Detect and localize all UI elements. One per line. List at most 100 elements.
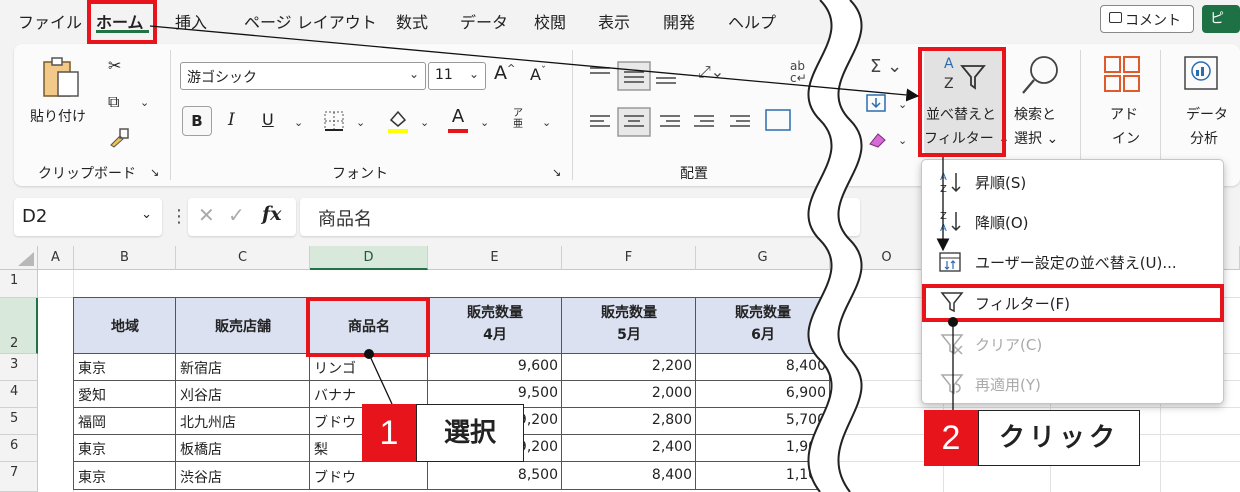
clipboard-launcher-icon[interactable]: ↘ [150, 166, 159, 179]
addins-label-2[interactable]: イン [1112, 128, 1140, 148]
cell-store[interactable]: 板橋店 [180, 439, 308, 459]
cell-qty-apr[interactable]: 8,500 [430, 467, 558, 483]
row-header-6[interactable]: 6 [0, 435, 38, 462]
grow-font-button[interactable]: A^ [494, 62, 515, 84]
row-header-3[interactable]: 3 [0, 354, 38, 381]
menu-formulas[interactable]: 数式 [396, 9, 428, 33]
comment-button[interactable]: コメント [1100, 5, 1194, 33]
custom-sort-icon [938, 250, 964, 274]
border-icon[interactable] [324, 111, 344, 131]
find-select-label-2[interactable]: 選択 ⌄ [1014, 128, 1058, 148]
menu-item-custom-sort[interactable]: ユーザー設定の並べ替え(U)... [975, 252, 1177, 273]
menu-insert[interactable]: 挿入 [175, 9, 207, 33]
select-all-corner[interactable] [0, 246, 38, 270]
header-cell-qty-apr[interactable]: 販売数量 4月 [428, 298, 562, 354]
fill-chevron-down-icon[interactable]: ⌄ [420, 116, 429, 129]
cell-qty-may[interactable]: 2,400 [564, 439, 692, 455]
column-header-a[interactable]: A [38, 246, 74, 270]
font-size-combo[interactable]: 11 ⌄ [428, 62, 486, 90]
cell-region[interactable]: 福岡 [78, 412, 174, 432]
addins-icon[interactable] [1102, 54, 1142, 94]
cell-qty-may[interactable]: 2,800 [564, 412, 692, 428]
cell-qty-may[interactable]: 8,400 [564, 467, 692, 483]
menu-developer[interactable]: 開発 [663, 9, 695, 33]
menu-page-layout[interactable]: ページ レイアウト [244, 9, 377, 33]
cancel-icon[interactable]: ✕ [198, 203, 215, 227]
sort-ascending-icon: AZ [938, 170, 964, 195]
row-header-2[interactable]: 2 [0, 298, 38, 354]
cut-icon[interactable]: ✂ [108, 56, 121, 75]
cell-store[interactable]: 新宿店 [180, 358, 308, 378]
font-name-combo[interactable]: 游ゴシック ⌄ [180, 62, 426, 90]
search-icon[interactable] [1020, 54, 1062, 98]
menu-file[interactable]: ファイル [18, 9, 82, 33]
menu-item-sort-descending[interactable]: 降順(O) [975, 212, 1029, 233]
header-cell-store[interactable]: 販売店舗 [176, 298, 310, 354]
format-painter-icon[interactable] [108, 126, 130, 148]
border-line [73, 380, 831, 381]
paste-icon[interactable] [40, 54, 82, 100]
find-select-label-1[interactable]: 検索と [1014, 104, 1056, 124]
copy-icon[interactable]: ⧉ [108, 92, 119, 112]
cell-product[interactable]: バナナ [314, 385, 426, 405]
font-launcher-icon[interactable]: ↘ [552, 166, 561, 179]
cell-qty-may[interactable]: 2,200 [564, 358, 692, 374]
font-color-icon[interactable]: A [446, 106, 470, 134]
row-header-4[interactable]: 4 [0, 381, 38, 408]
data-analysis-icon[interactable] [1182, 54, 1222, 94]
column-header-c[interactable]: C [176, 246, 310, 270]
cell-store[interactable]: 刈谷店 [180, 385, 308, 405]
paste-label[interactable]: 貼り付け [30, 106, 86, 126]
cell-region[interactable]: 東京 [78, 358, 174, 378]
font-color-chevron-down-icon[interactable]: ⌄ [480, 116, 489, 129]
name-box[interactable]: D2 ⌄ [14, 198, 162, 236]
fill-color-icon[interactable] [386, 108, 410, 134]
menu-item-clear: クリア(C) [975, 336, 1043, 354]
copy-chevron-down-icon[interactable]: ⌄ [140, 96, 149, 109]
border-chevron-down-icon[interactable]: ⌄ [356, 116, 365, 129]
cell-qty-apr[interactable]: 9,500 [430, 385, 558, 401]
header-cell-region[interactable]: 地域 [74, 298, 176, 354]
cell-product[interactable]: ブドウ [314, 467, 426, 487]
menu-item-sort-ascending[interactable]: 昇順(S) [975, 172, 1026, 193]
cell-region[interactable]: 愛知 [78, 385, 174, 405]
data-analysis-label-1[interactable]: データ [1186, 104, 1228, 124]
column-header-e[interactable]: E [428, 246, 562, 270]
menu-review[interactable]: 校閲 [534, 9, 566, 33]
insert-function-icon[interactable]: fx [262, 203, 282, 225]
header-cell-qty-may[interactable]: 販売数量 5月 [562, 298, 696, 354]
row-header-1[interactable]: 1 [0, 270, 38, 298]
cell-qty-apr[interactable]: 9,600 [430, 358, 558, 374]
reapply-filter-icon [940, 372, 964, 396]
addins-label-1[interactable]: アド [1110, 104, 1138, 124]
bold-button[interactable]: B [182, 106, 212, 136]
month-label: 4月 [483, 327, 507, 343]
more-options-icon[interactable]: ⋮ [170, 206, 188, 227]
confirm-icon[interactable]: ✓ [228, 203, 245, 227]
menu-view[interactable]: 表示 [598, 9, 630, 33]
underline-button[interactable]: U [262, 110, 274, 129]
row-header-7[interactable]: 7 [0, 462, 38, 492]
cell-store[interactable]: 北九州店 [180, 412, 308, 432]
share-button[interactable]: ピ [1202, 5, 1240, 33]
cell-region[interactable]: 東京 [78, 439, 174, 459]
furigana-icon[interactable]: ア亜 [510, 108, 526, 130]
orientation-icon[interactable]: ⤢⌄ [698, 62, 724, 82]
shrink-font-button[interactable]: Aˇ [530, 65, 546, 84]
cell-region[interactable]: 東京 [78, 467, 174, 487]
cell-store[interactable]: 渋谷店 [180, 467, 308, 487]
underline-chevron-down-icon[interactable]: ⌄ [294, 116, 303, 129]
furigana-chevron-down-icon[interactable]: ⌄ [542, 116, 551, 129]
formula-value: 商品名 [318, 209, 372, 230]
data-analysis-label-2[interactable]: 分析 [1190, 128, 1218, 148]
menu-data[interactable]: データ [460, 9, 508, 33]
column-header-d[interactable]: D [310, 246, 428, 270]
italic-button[interactable]: I [228, 110, 235, 130]
column-header-f[interactable]: F [562, 246, 696, 270]
menu-help[interactable]: ヘルプ [728, 9, 776, 33]
column-header-b[interactable]: B [74, 246, 176, 270]
formula-input[interactable]: 商品名 [300, 198, 860, 236]
row-header-5[interactable]: 5 [0, 408, 38, 435]
cell-product[interactable]: リンゴ [314, 358, 426, 378]
cell-qty-may[interactable]: 2,000 [564, 385, 692, 401]
